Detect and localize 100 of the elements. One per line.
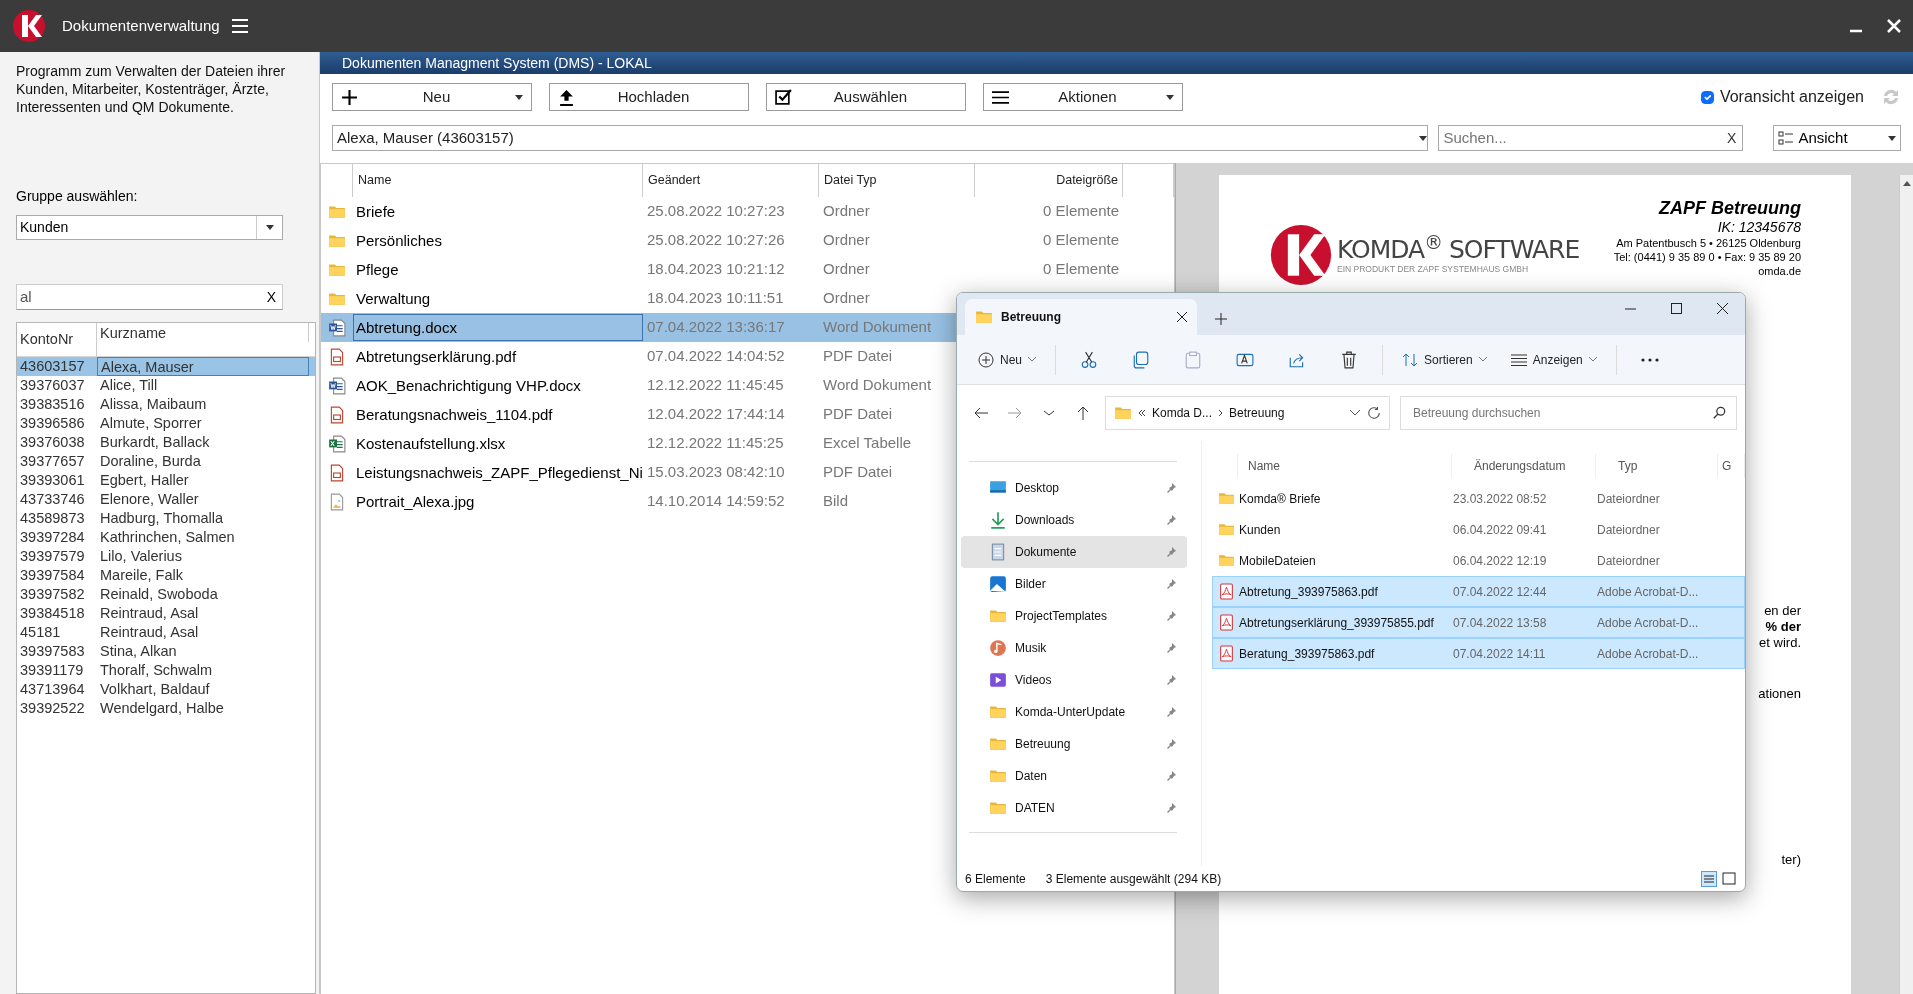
explorer-search-field[interactable]: Betreuung durchsuchen [1400,396,1737,430]
clear-filter-button[interactable]: X [260,286,282,308]
column-header[interactable]: Dateigröße [975,164,1123,197]
sort-button[interactable]: Sortieren [1393,342,1496,377]
forward-icon[interactable] [1007,405,1023,421]
maximize-icon[interactable] [1670,302,1682,314]
file-name: Abtretungserklärung.pdf [355,347,518,367]
column-header[interactable]: Datei Typ [819,164,975,197]
column-header[interactable]: Änderungsdatum [1452,454,1596,478]
nav-item[interactable]: Daten [961,760,1187,792]
back-icon[interactable] [973,405,989,421]
upload-button[interactable]: Hochladen [549,83,749,111]
customer-row[interactable]: 43733746 Elenore, Waller [17,490,315,509]
file-row[interactable]: Kostenaufstellung.xlsx 12.12.2022 11:45:25 Excel Tabelle [321,429,1174,458]
file-row[interactable]: Abtretungserklärung_393975855.pdf 07.04.2022 13:58 Adobe Acrobat-D... [1212,607,1745,638]
menu-icon[interactable] [231,19,248,33]
customer-row[interactable]: 39391179 Thoralf, Schwalm [17,661,315,680]
scroll-up-icon [1902,181,1911,186]
customer-row[interactable]: 45181 Reintraud, Asal [17,623,315,642]
file-row[interactable]: Pflege 18.04.2023 10:21:12 Ordner 0 Elemente [321,255,1174,284]
column-header[interactable]: Geändert [643,164,819,197]
customer-row[interactable]: 39397583 Stina, Alkan [17,642,315,661]
file-name: Kunden [1239,521,1282,539]
customer-name: Alexa, Mauser [97,357,309,376]
file-row[interactable]: Kunden 06.04.2022 09:41 Dateiordner [1212,514,1745,545]
search-field[interactable]: Suchen... X [1438,125,1744,151]
person-select[interactable]: Alexa, Mauser (43603157) [332,125,1429,151]
filter-input[interactable]: al [17,285,261,309]
column-header[interactable]: Kurzname [97,323,309,342]
account-number: 39392522 [19,698,86,718]
customer-row[interactable]: 39397284 Kathrinchen, Salmen [17,528,315,547]
scrollbar[interactable] [1899,175,1913,994]
folder-icon [989,767,1007,785]
filter-field[interactable]: al X [16,284,283,310]
customer-row[interactable]: 43589873 Hadburg, Thomalla [17,509,315,528]
nav-item[interactable]: Downloads [961,504,1187,536]
details-view-icon[interactable] [1701,870,1717,887]
file-row[interactable]: Komda® Briefe 23.03.2022 08:52 Dateiordner [1212,483,1745,514]
file-name: AOK_Benachrichtigung VHP.docx [355,376,582,396]
account-number: 43733746 [19,489,86,509]
view-select[interactable]: Ansicht [1773,125,1901,151]
customer-row[interactable]: 39376037 Alice, Till [17,376,315,395]
modified-date: 06.04.2022 12:19 [1453,552,1548,570]
delete-icon[interactable] [1340,350,1358,369]
file-type: Adobe Acrobat-D... [1597,645,1700,663]
nav-item[interactable]: Desktop [961,472,1187,504]
file-size: 0 Elemente [1042,259,1120,280]
nav-item[interactable]: Komda-UnterUpdate [961,696,1187,728]
new-tab-icon[interactable] [1215,313,1227,325]
window-tab[interactable]: Betreuung [965,299,1197,335]
view-button[interactable]: Anzeigen [1501,342,1606,377]
clear-search-button[interactable]: X [1721,127,1743,149]
file-row[interactable]: Abtretung_393975863.pdf 07.04.2022 12:44 Adobe Acrobat-D... [1212,576,1745,607]
chevron-down-icon [1028,357,1036,362]
customer-name: Reintraud, Asal [99,623,200,642]
up-icon[interactable] [1075,405,1091,421]
copy-icon[interactable] [1132,350,1150,369]
preview-checkbox[interactable] [1700,90,1714,104]
nav-item[interactable]: Bilder [961,568,1187,600]
actions-button[interactable]: Aktionen [983,83,1183,111]
customer-row[interactable]: 39392522 Wendelgard, Halbe [17,699,315,718]
file-row[interactable]: Briefe 25.08.2022 10:27:23 Ordner 0 Elemente [321,197,1174,226]
customer-row[interactable]: 43603157 Alexa, Mauser [17,357,315,376]
tiles-view-icon[interactable] [1721,870,1737,887]
file-row[interactable]: Persönliches 25.08.2022 10:27:26 Ordner 0 Elemente [321,226,1174,255]
customer-row[interactable]: 39376038 Burkardt, Ballack [17,433,315,452]
column-header[interactable]: Name [353,164,643,197]
nav-item[interactable]: Videos [961,664,1187,696]
customer-row[interactable]: 39384518 Reintraud, Asal [17,604,315,623]
customer-row[interactable]: 39396586 Almute, Sporrer [17,414,315,433]
column-header[interactable]: G [1718,454,1745,478]
pdf-document-icon [328,405,346,424]
new-button[interactable]: Neu [332,83,532,111]
close-icon[interactable] [1716,302,1728,314]
column-header[interactable]: Typ [1596,454,1718,478]
file-type: Word Dokument [822,375,933,396]
file-row[interactable]: Beratung_393975863.pdf 07.04.2022 14:11 Adobe Acrobat-D... [1212,638,1745,669]
list-icon [1778,131,1795,145]
customer-row[interactable]: 43713964 Volkhart, Baldauf [17,680,315,699]
select-button[interactable]: Auswählen [766,83,966,111]
nav-item[interactable]: DATEN [961,792,1187,824]
customer-row[interactable]: 39383516 Alissa, Maibaum [17,395,315,414]
column-header[interactable]: Name [1238,454,1452,478]
nav-item[interactable]: Musik [961,632,1187,664]
customer-row[interactable]: 39397579 Lilo, Valerius [17,547,315,566]
cut-icon[interactable] [1080,350,1098,369]
file-row[interactable]: MobileDateien 06.04.2022 12:19 Dateiordner [1212,545,1745,576]
customer-row[interactable]: 39377657 Doraline, Burda [17,452,315,471]
nav-item[interactable]: ProjectTemplates [961,600,1187,632]
item-count: 6 Elemente [965,870,1026,888]
close-icon[interactable] [1177,312,1187,322]
nav-item[interactable]: Betreuung [961,728,1187,760]
customer-row[interactable]: 39397582 Reinald, Swoboda [17,585,315,604]
column-header[interactable]: KontoNr [17,323,97,356]
more-icon[interactable] [1640,357,1659,362]
customer-row[interactable]: 39397584 Mareile, Falk [17,566,315,585]
group-select[interactable]: Kunden [16,215,283,240]
customer-row[interactable]: 39393061 Egbert, Haller [17,471,315,490]
nav-item[interactable]: Dokumente [961,536,1187,568]
address-bar[interactable]: Komda D... Betreuung [1105,396,1390,430]
